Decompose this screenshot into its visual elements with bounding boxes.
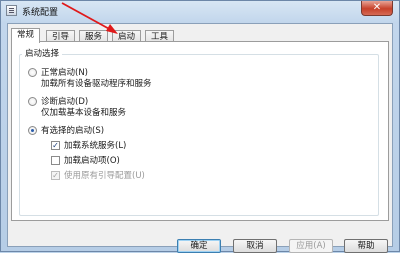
window-title: 系统配置: [22, 8, 59, 18]
help-button[interactable]: 帮助: [344, 239, 388, 253]
selective-startup-radio[interactable]: [28, 126, 37, 135]
ok-button-label: 确定: [190, 241, 208, 251]
help-button-label: 帮助: [357, 241, 375, 251]
use-original-boot-config-checkbox: ✓: [51, 171, 60, 180]
ok-button[interactable]: 确定: [177, 239, 221, 253]
selective-startup-label[interactable]: 有选择的启动(S): [41, 124, 104, 136]
close-button[interactable]: ✕: [361, 1, 393, 16]
load-system-services-checkbox[interactable]: ✓: [51, 141, 60, 150]
load-startup-items-label[interactable]: 加载启动项(O): [64, 154, 120, 166]
load-startup-items-checkbox[interactable]: [51, 156, 60, 165]
dialog-client-area: 常规 引导 服务 启动 工具 启动选择 正常启动(N) 加载所有设备驱动程序和服…: [7, 23, 393, 247]
cancel-button[interactable]: 取消: [233, 239, 277, 253]
close-icon: ✕: [372, 2, 382, 13]
diagnostic-startup-radio[interactable]: [28, 97, 37, 106]
tab-general-label: 常规: [17, 30, 35, 40]
use-original-boot-config-label: 使用原有引导配置(U): [64, 171, 145, 181]
startup-selection-title: 启动选择: [22, 47, 63, 59]
cancel-button-label: 取消: [246, 241, 264, 251]
apply-button-label: 应用(A): [296, 241, 326, 251]
apply-button: 应用(A): [289, 239, 333, 253]
normal-startup-description: 加载所有设备驱动程序和服务: [41, 79, 152, 89]
normal-startup-radio[interactable]: [28, 68, 37, 77]
load-system-services-label[interactable]: 加载系统服务(L): [64, 139, 126, 151]
general-tab-page: 启动选择 正常启动(N) 加载所有设备驱动程序和服务 诊断启动(D) 仅加载基本…: [11, 41, 389, 221]
tab-general[interactable]: 常规: [11, 28, 41, 43]
title-bar[interactable]: 系统配置 ✕: [1, 1, 399, 23]
system-config-window: 系统配置 ✕ 常规 引导 服务 启动 工具 启动选择 正常启动(N) 加载所有设…: [0, 0, 400, 253]
diagnostic-startup-description: 仅加载基本设备和服务: [41, 108, 127, 118]
app-icon: [6, 5, 17, 16]
